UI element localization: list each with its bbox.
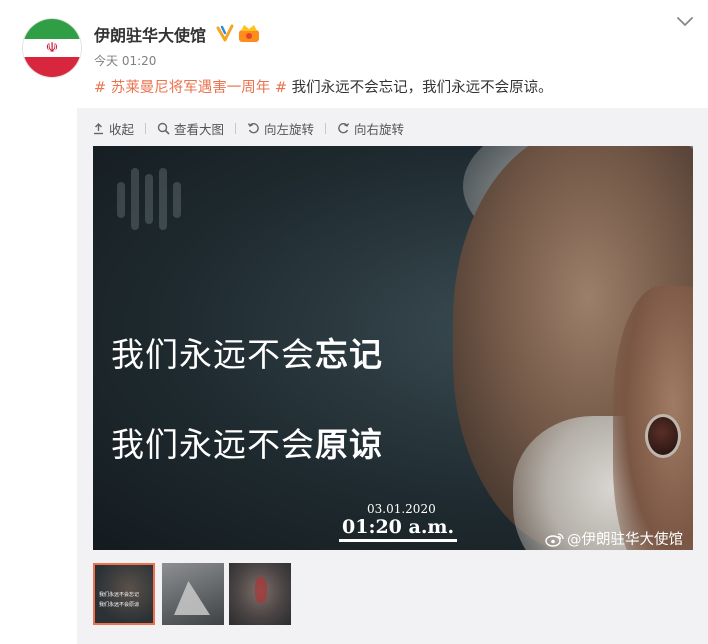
thumbnail-3[interactable] bbox=[229, 563, 291, 625]
topic-link[interactable]: # 苏莱曼尼将军遇害一周年 # bbox=[94, 80, 287, 96]
rotate-left-icon bbox=[247, 122, 259, 133]
collapse-icon bbox=[94, 122, 103, 134]
chevron-down-icon[interactable] bbox=[676, 16, 694, 28]
rotate-right-button[interactable]: 向右旋转 bbox=[337, 119, 404, 138]
thumbnail-3-figure bbox=[255, 577, 267, 603]
slogan-line-1: 我们永远不会忘记 bbox=[111, 328, 383, 376]
weibo-logo-icon bbox=[545, 532, 564, 547]
toolbar-divider bbox=[325, 122, 327, 134]
slogan-2-bold: 原谅 bbox=[315, 425, 383, 464]
collapse-label: 收起 bbox=[109, 121, 135, 137]
post-timestamp[interactable]: 今天 01:20 bbox=[94, 52, 156, 69]
rotate-left-button[interactable]: 向左旋转 bbox=[247, 119, 314, 138]
thumbnail-1-line-1: 我们永远不会忘记 bbox=[99, 592, 140, 598]
post-body-text: 我们永远不会忘记，我们永远不会原谅。 bbox=[287, 80, 553, 96]
verified-badge-icon bbox=[216, 24, 234, 42]
crown-badge-icon[interactable] bbox=[238, 23, 260, 43]
rotate-right-icon bbox=[338, 122, 350, 133]
rotate-right-label: 向右旋转 bbox=[354, 121, 405, 137]
slogan-1-normal: 我们永远不会 bbox=[111, 335, 315, 374]
avatar[interactable]: ☫ bbox=[22, 18, 82, 78]
thumbnail-1-line-2: 我们永远不会原谅 bbox=[99, 602, 140, 608]
collapse-button[interactable]: 收起 bbox=[92, 119, 134, 138]
image-credit-text: @伊朗驻华大使馆 bbox=[567, 532, 683, 548]
toolbar-divider bbox=[145, 122, 147, 134]
post-image[interactable]: 我们永远不会忘记 我们永远不会原谅 03.01.2020 01:20 a.m. … bbox=[93, 146, 693, 550]
view-large-label: 查看大图 bbox=[174, 121, 225, 137]
view-large-button[interactable]: 查看大图 bbox=[157, 119, 224, 138]
image-toolbar: 收起 查看大图 向左旋转 向右旋转 bbox=[92, 118, 404, 138]
slogan-2-normal: 我们永远不会 bbox=[111, 425, 315, 464]
thumbnail-2-shape bbox=[174, 581, 210, 615]
thumbnail-2[interactable] bbox=[162, 563, 224, 625]
post-text: # 苏莱曼尼将军遇害一周年 # 我们永远不会忘记，我们永远不会原谅。 bbox=[94, 76, 553, 97]
thumbnail-1[interactable]: 我们永远不会忘记 我们永远不会原谅 bbox=[93, 563, 155, 625]
flag-green-band bbox=[23, 19, 81, 39]
image-date: 03.01.2020 bbox=[367, 502, 436, 516]
search-icon bbox=[157, 122, 170, 135]
toolbar-divider bbox=[235, 122, 237, 134]
decorative-bars bbox=[117, 168, 181, 230]
account-name[interactable]: 伊朗驻华大使馆 bbox=[94, 22, 206, 46]
slogan-line-2: 我们永远不会原谅 bbox=[111, 418, 383, 466]
ring-icon bbox=[645, 414, 681, 458]
slogan-1-bold: 忘记 bbox=[315, 335, 383, 374]
flag-red-band bbox=[23, 57, 81, 77]
image-credit: @伊朗驻华大使馆 bbox=[545, 528, 683, 549]
flag-emblem-icon: ☫ bbox=[45, 40, 59, 56]
rotate-left-label: 向左旋转 bbox=[264, 121, 315, 137]
image-time: 01:20 a.m. bbox=[339, 516, 458, 542]
